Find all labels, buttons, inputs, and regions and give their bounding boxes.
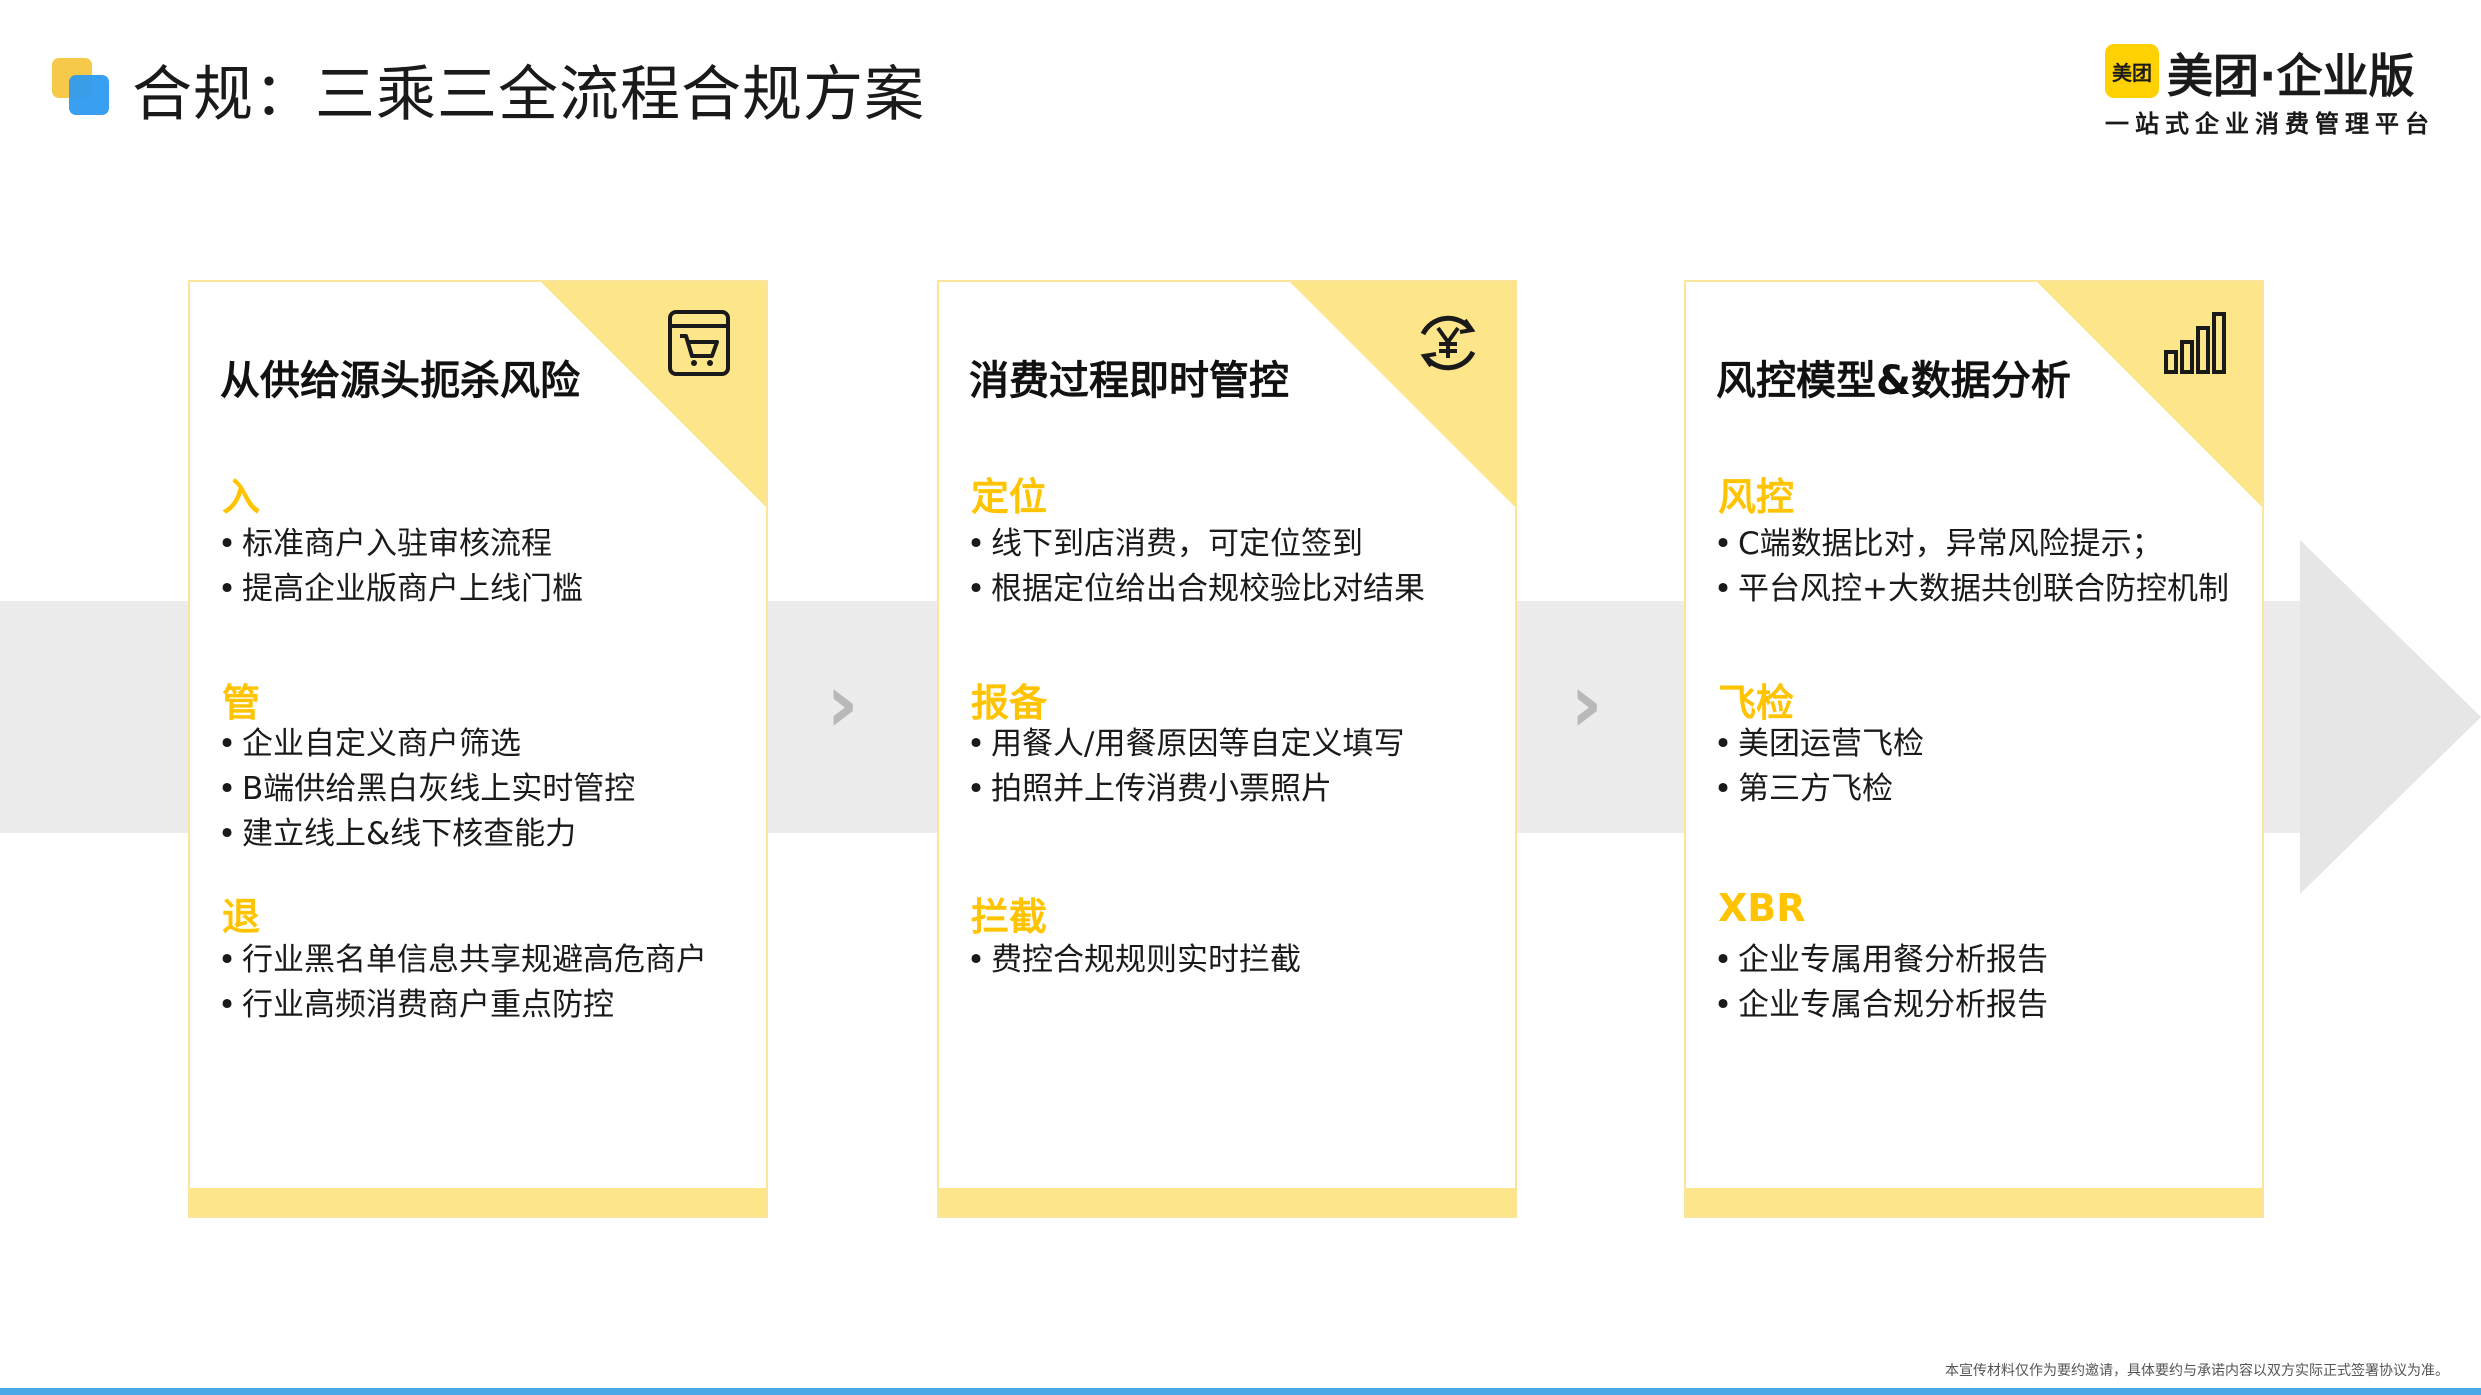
title-decor-icon [52, 58, 110, 116]
list-item: 美团运营飞检 [1708, 722, 1924, 767]
list-item: 线下到店消费，可定位签到 [961, 522, 1425, 567]
card-risk-model: 风控模型&数据分析 风控 C端数据比对，异常风险提示； 平台风控+大数据共创联合… [1684, 280, 2264, 1218]
list-item: 提高企业版商户上线门槛 [212, 567, 583, 612]
card-footer-bar [939, 1188, 1515, 1216]
list-item: C端数据比对，异常风险提示； [1708, 522, 2229, 567]
list-item: 根据定位给出合规校验比对结果 [961, 567, 1425, 612]
section-head-ru: 入 [222, 475, 261, 519]
bullet-list: 企业自定义商户筛选 B端供给黑白灰线上实时管控 建立线上&线下核查能力 [212, 722, 635, 857]
section-head-inspection: 飞检 [1718, 681, 1795, 725]
bullet-list: 线下到店消费，可定位签到 根据定位给出合规校验比对结果 [961, 522, 1425, 612]
bullet-list: C端数据比对，异常风险提示； 平台风控+大数据共创联合防控机制 [1708, 522, 2229, 612]
bullet-list: 用餐人/用餐原因等自定义填写 拍照并上传消费小票照片 [961, 722, 1404, 812]
section-head-location: 定位 [971, 475, 1048, 519]
card-title: 从供给源头扼杀风险 [220, 358, 580, 404]
brand-name: 美团·企业版 [2167, 49, 2415, 103]
section-head-risk: 风控 [1718, 475, 1795, 519]
card-footer-bar [190, 1188, 766, 1216]
list-item: 费控合规规则实时拦截 [961, 938, 1301, 983]
list-item: 企业专属合规分析报告 [1708, 983, 2048, 1028]
page-title: 合规：三乘三全流程合规方案 [132, 60, 925, 130]
card-footer-bar [1686, 1188, 2262, 1216]
card-process-control: 消费过程即时管控 定位 线下到店消费，可定位签到 根据定位给出合规校验比对结果 … [937, 280, 1517, 1218]
shopping-cart-icon [668, 310, 730, 376]
list-item: 标准商户入驻审核流程 [212, 522, 583, 567]
list-item: 第三方飞检 [1708, 767, 1924, 812]
list-item: B端供给黑白灰线上实时管控 [212, 767, 635, 812]
bullet-list: 标准商户入驻审核流程 提高企业版商户上线门槛 [212, 522, 583, 612]
section-head-xbr: XBR [1718, 886, 1806, 930]
brand-tagline: 一站式企业消费管理平台 [2105, 110, 2435, 138]
bullet-list: 行业黑名单信息共享规避高危商户 行业高频消费商户重点防控 [212, 938, 707, 1028]
disclaimer-text: 本宣传材料仅作为要约邀请，具体要约与承诺内容以双方实际正式签署协议为准。 [1945, 1363, 2449, 1379]
list-item: 用餐人/用餐原因等自定义填写 [961, 722, 1404, 767]
chevron-right-icon: › [826, 657, 859, 750]
brand-badge: 美团 [2105, 44, 2159, 98]
bullet-list: 企业专属用餐分析报告 企业专属合规分析报告 [1708, 938, 2048, 1028]
section-head-tui: 退 [222, 895, 261, 939]
list-item: 拍照并上传消费小票照片 [961, 767, 1404, 812]
bullet-list: 美团运营飞检 第三方飞检 [1708, 722, 1924, 812]
brand-logo: 美团 美团·企业版 一站式企业消费管理平台 [2105, 40, 2429, 140]
card-supply-risk: 从供给源头扼杀风险 入 标准商户入驻审核流程 提高企业版商户上线门槛 管 企业自… [188, 280, 768, 1218]
flow-arrow-icon [2300, 540, 2481, 894]
card-title: 风控模型&数据分析 [1716, 358, 2071, 404]
section-head-intercept: 拦截 [971, 895, 1048, 939]
list-item: 企业自定义商户筛选 [212, 722, 635, 767]
list-item: 建立线上&线下核查能力 [212, 812, 635, 857]
list-item: 行业高频消费商户重点防控 [212, 983, 707, 1028]
card-title: 消费过程即时管控 [969, 358, 1289, 404]
list-item: 企业专属用餐分析报告 [1708, 938, 2048, 983]
bottom-accent-bar [0, 1388, 2481, 1395]
yuan-refresh-icon [1420, 315, 1476, 371]
list-item: 平台风控+大数据共创联合防控机制 [1708, 567, 2229, 612]
bullet-list: 费控合规规则实时拦截 [961, 938, 1301, 983]
section-head-report: 报备 [971, 681, 1048, 725]
chevron-right-icon: › [1570, 657, 1603, 750]
bar-chart-icon [2164, 312, 2226, 374]
section-head-guan: 管 [222, 681, 261, 725]
list-item: 行业黑名单信息共享规避高危商户 [212, 938, 707, 983]
